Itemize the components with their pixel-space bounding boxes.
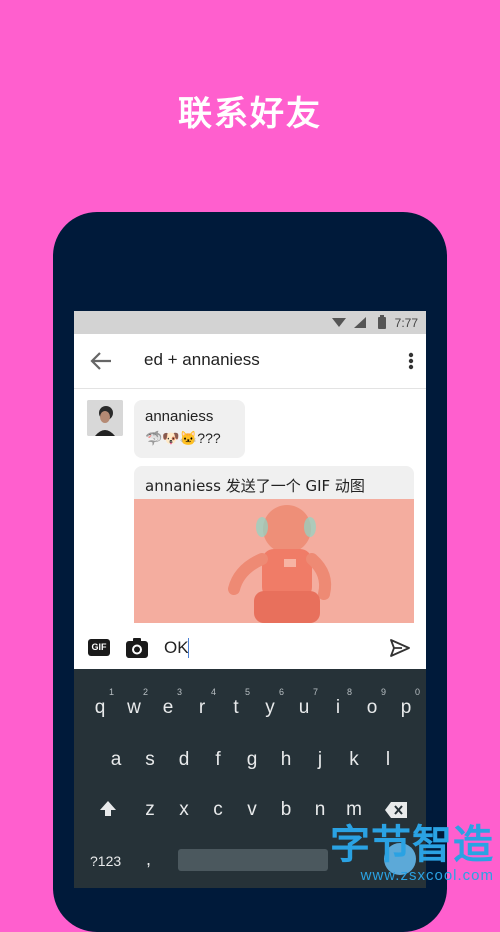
gif-caption: annaniess 发送了一个 GIF 动图 (145, 477, 365, 495)
key-r[interactable]: r4 (188, 687, 216, 719)
shift-icon[interactable] (98, 799, 118, 819)
wifi-icon (332, 318, 346, 327)
key-t[interactable]: t5 (222, 687, 250, 719)
key-j[interactable]: j (306, 749, 334, 771)
backspace-icon[interactable] (384, 801, 408, 819)
key-i[interactable]: i8 (324, 687, 352, 719)
battery-icon (378, 315, 386, 329)
key-p[interactable]: p0 (392, 687, 420, 719)
key-z[interactable]: z (136, 799, 164, 821)
gif-message-bubble[interactable]: annaniess 发送了一个 GIF 动图 (134, 466, 414, 499)
camera-icon[interactable] (125, 637, 149, 659)
key-k[interactable]: k (340, 749, 368, 771)
watermark-url: www.zsxcool.com (360, 867, 494, 884)
key-e[interactable]: e3 (154, 687, 182, 719)
spacebar[interactable] (178, 849, 328, 871)
conversation-title: ed + annaniess (144, 350, 260, 369)
promo-headline: 联系好友 (178, 94, 322, 134)
send-icon[interactable] (390, 639, 410, 657)
key-b[interactable]: b (272, 799, 300, 821)
key-x[interactable]: x (170, 799, 198, 821)
message-text: 🦈🐶🐱??? (145, 430, 221, 446)
back-arrow-icon[interactable] (90, 351, 112, 371)
status-time: 7:77 (394, 316, 418, 330)
key-w[interactable]: w2 (120, 687, 148, 719)
conversation-app-bar: ed + annaniess (74, 334, 426, 389)
watermark: 字节智造 www.zsxcool.com (330, 823, 494, 884)
key-m[interactable]: m (340, 799, 368, 821)
key-l[interactable]: l (374, 749, 402, 771)
key-y[interactable]: y6 (256, 687, 284, 719)
message-input[interactable] (164, 635, 364, 661)
more-vert-icon[interactable] (408, 352, 414, 370)
key-h[interactable]: h (272, 749, 300, 771)
contact-avatar[interactable] (87, 400, 123, 436)
key-f[interactable]: f (204, 749, 232, 771)
key-g[interactable]: g (238, 749, 266, 771)
message-sender: annaniess (145, 408, 214, 425)
key-c[interactable]: c (204, 799, 232, 821)
text-cursor (188, 638, 189, 658)
symbols-key[interactable]: ?123 (90, 853, 121, 869)
gif-image[interactable] (134, 499, 414, 623)
key-s[interactable]: s (136, 749, 164, 771)
key-o[interactable]: o9 (358, 687, 386, 719)
key-n[interactable]: n (306, 799, 334, 821)
gif-button[interactable]: GIF (88, 639, 110, 656)
phone-screen: 7:77 ed + annaniess annaniess 🦈🐶🐱??? ann… (74, 311, 426, 888)
watermark-text: 字节智造 (330, 822, 494, 868)
message-composer: GIF (74, 629, 426, 669)
key-a[interactable]: a (102, 749, 130, 771)
key-v[interactable]: v (238, 799, 266, 821)
status-bar: 7:77 (74, 311, 426, 334)
key-d[interactable]: d (170, 749, 198, 771)
key-q[interactable]: q1 (86, 687, 114, 719)
comma-key[interactable]: , (146, 849, 151, 870)
key-u[interactable]: u7 (290, 687, 318, 719)
message-bubble[interactable]: annaniess 🦈🐶🐱??? (134, 400, 245, 458)
signal-icon (354, 317, 366, 328)
